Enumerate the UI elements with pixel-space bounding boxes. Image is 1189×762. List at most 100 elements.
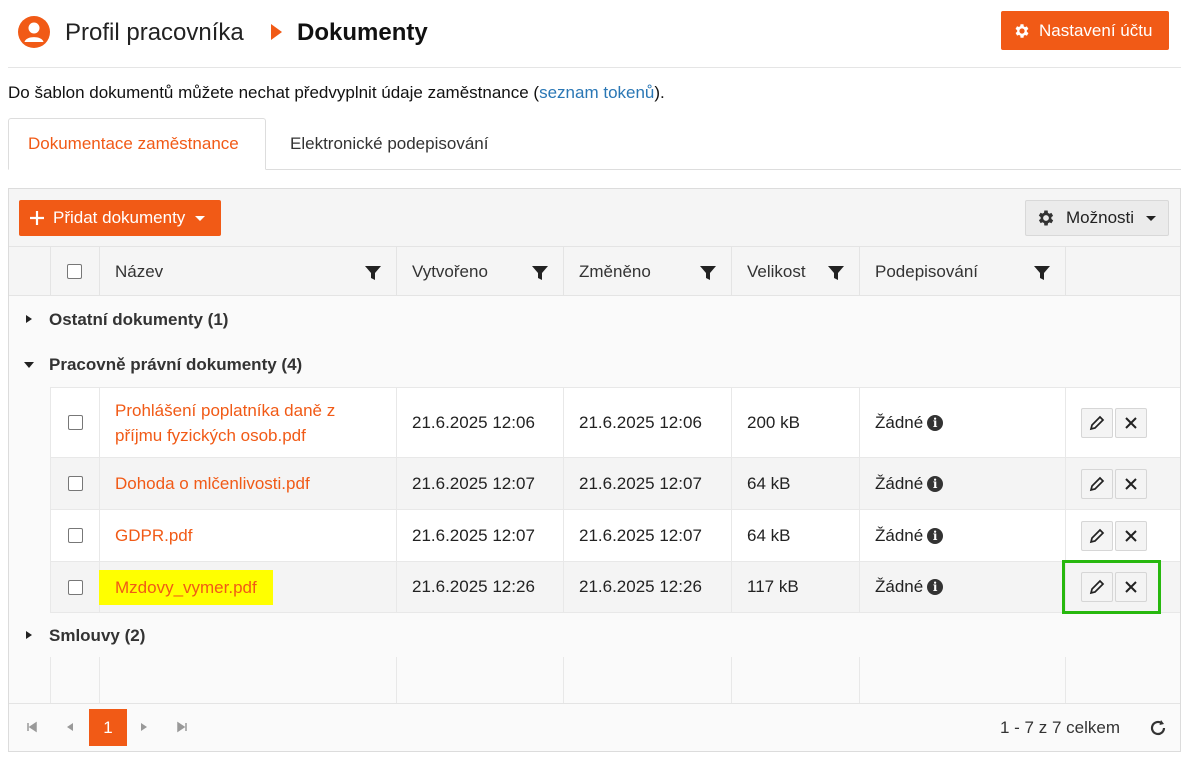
- collapse-arrow-icon[interactable]: [24, 362, 34, 368]
- size-cell: 117 kB: [731, 562, 859, 612]
- table-row[interactable]: Dohoda o mlčenlivosti.pdf 21.6.2025 12:0…: [50, 457, 1180, 509]
- current-page-button[interactable]: 1: [89, 709, 127, 746]
- row-checkbox[interactable]: [68, 415, 83, 430]
- row-checkbox[interactable]: [68, 528, 83, 543]
- options-button[interactable]: Možnosti: [1025, 200, 1169, 236]
- row-checkbox-cell: [50, 388, 99, 457]
- previous-page-icon[interactable]: [63, 720, 77, 734]
- pencil-icon: [1089, 415, 1105, 430]
- edit-button[interactable]: [1081, 520, 1113, 551]
- size-cell: 64 kB: [731, 510, 859, 561]
- pager: 1 1 - 7 z 7 celkem: [9, 703, 1180, 751]
- column-divider: [50, 657, 51, 703]
- highlight-box: [1062, 560, 1161, 614]
- chevron-down-icon: [1146, 215, 1157, 221]
- group-row-contracts[interactable]: Smlouvy (2): [9, 613, 1180, 658]
- file-name-link[interactable]: Prohlášení poplatníka daně z příjmu fyzi…: [115, 398, 356, 448]
- created-cell: 21.6.2025 12:07: [396, 458, 563, 509]
- filter-icon[interactable]: [699, 264, 717, 282]
- column-header-size[interactable]: Velikost: [731, 247, 859, 296]
- signing-value: Žádné: [875, 577, 924, 596]
- column-header-actions: [1065, 247, 1180, 296]
- column-divider: [396, 657, 397, 703]
- delete-button[interactable]: [1115, 407, 1147, 438]
- filter-icon[interactable]: [827, 264, 845, 282]
- row-checkbox[interactable]: [68, 476, 83, 491]
- column-header-created[interactable]: Vytvořeno: [396, 247, 563, 296]
- info-icon[interactable]: i: [927, 414, 944, 431]
- info-icon[interactable]: i: [927, 579, 944, 595]
- column-header-signing[interactable]: Podepisování: [859, 247, 1065, 296]
- token-list-link[interactable]: seznam tokenů: [539, 83, 654, 102]
- row-checkbox-cell: [50, 458, 99, 509]
- intro-text: Do šablon dokumentů můžete nechat předvy…: [8, 83, 665, 103]
- size-cell: 64 kB: [731, 458, 859, 509]
- column-header-modified[interactable]: Změněno: [563, 247, 731, 296]
- gear-icon: [1015, 23, 1029, 38]
- actions-cell: [1065, 388, 1180, 457]
- gear-icon: [1038, 210, 1054, 226]
- column-header-name-label: Název: [115, 261, 164, 281]
- table-row[interactable]: GDPR.pdf 21.6.2025 12:07 21.6.2025 12:07…: [50, 509, 1180, 561]
- info-icon[interactable]: i: [927, 475, 944, 492]
- signing-cell: Žádné i: [859, 562, 1065, 612]
- group-label: Smlouvy (2): [49, 625, 146, 645]
- tab-electronic-signing[interactable]: Elektronické podepisování: [290, 118, 488, 170]
- refresh-icon[interactable]: [1147, 717, 1169, 739]
- intro-text-before: Do šablon dokumentů můžete nechat předvy…: [8, 83, 540, 102]
- expand-arrow-icon[interactable]: [26, 315, 32, 323]
- modified-cell: 21.6.2025 12:26: [563, 562, 731, 612]
- signing-cell: Žádné i: [859, 510, 1065, 561]
- column-header-created-label: Vytvořeno: [412, 261, 488, 281]
- close-icon: [1125, 416, 1137, 429]
- modified-cell: 21.6.2025 12:06: [563, 388, 731, 457]
- next-page-icon[interactable]: [137, 720, 151, 734]
- pencil-icon: [1089, 528, 1105, 543]
- file-name-link[interactable]: GDPR.pdf: [115, 523, 192, 548]
- delete-button[interactable]: [1115, 468, 1147, 499]
- account-settings-label: Nastavení účtu: [1039, 20, 1153, 40]
- breadcrumb-profile[interactable]: Profil pracovníka: [65, 19, 244, 47]
- file-name-link[interactable]: Dohoda o mlčenlivosti.pdf: [115, 471, 310, 496]
- first-page-icon[interactable]: [25, 720, 39, 734]
- filter-icon[interactable]: [364, 264, 382, 282]
- signing-value: Žádné: [875, 412, 924, 432]
- table-row[interactable]: Prohlášení poplatníka daně z příjmu fyzi…: [50, 387, 1180, 457]
- modified-cell: 21.6.2025 12:07: [563, 458, 731, 509]
- account-settings-button[interactable]: Nastavení účtu: [1001, 11, 1169, 50]
- edit-button[interactable]: [1081, 407, 1113, 438]
- row-checkbox-cell: [50, 510, 99, 561]
- group-label: Ostatní dokumenty (1): [49, 309, 229, 329]
- add-documents-button[interactable]: Přidat dokumenty: [19, 200, 221, 236]
- close-icon: [1125, 529, 1137, 542]
- expand-arrow-icon[interactable]: [26, 631, 32, 639]
- tab-employee-documentation[interactable]: Dokumentace zaměstnance: [8, 118, 266, 170]
- table-row[interactable]: Mzdovy_vymer.pdf 21.6.2025 12:26 21.6.20…: [50, 561, 1180, 613]
- select-all-checkbox[interactable]: [67, 264, 82, 279]
- filter-icon[interactable]: [1033, 264, 1051, 282]
- group-row-other[interactable]: Ostatní dokumenty (1): [9, 297, 1180, 342]
- select-all-cell: [50, 247, 99, 296]
- column-divider: [1065, 657, 1066, 703]
- filter-icon[interactable]: [531, 264, 549, 282]
- plus-icon: [30, 211, 44, 225]
- row-checkbox[interactable]: [68, 579, 83, 595]
- file-name-cell: Prohlášení poplatníka daně z příjmu fyzi…: [99, 388, 396, 457]
- intro-text-after: ).: [654, 83, 665, 102]
- file-name-link-highlighted[interactable]: Mzdovy_vymer.pdf: [99, 569, 273, 605]
- last-page-icon[interactable]: [175, 720, 189, 734]
- group-label: Pracovně právní dokumenty (4): [49, 354, 303, 374]
- column-header-name[interactable]: Název: [99, 247, 396, 296]
- edit-button[interactable]: [1081, 468, 1113, 499]
- delete-button[interactable]: [1115, 520, 1147, 551]
- grid-toolbar: Přidat dokumenty Možnosti: [9, 189, 1180, 247]
- table-header: Název Vytvořeno Změněno Velikost Podepis…: [9, 247, 1180, 296]
- options-label: Možnosti: [1066, 208, 1135, 227]
- group-row-labor-law[interactable]: Pracovně právní dokumenty (4): [9, 342, 1180, 387]
- info-icon[interactable]: i: [927, 527, 944, 544]
- column-header-size-label: Velikost: [747, 261, 806, 281]
- add-documents-label: Přidat dokumenty: [53, 208, 186, 227]
- pencil-icon: [1089, 476, 1105, 491]
- column-divider: [859, 657, 860, 703]
- column-divider: [563, 657, 564, 703]
